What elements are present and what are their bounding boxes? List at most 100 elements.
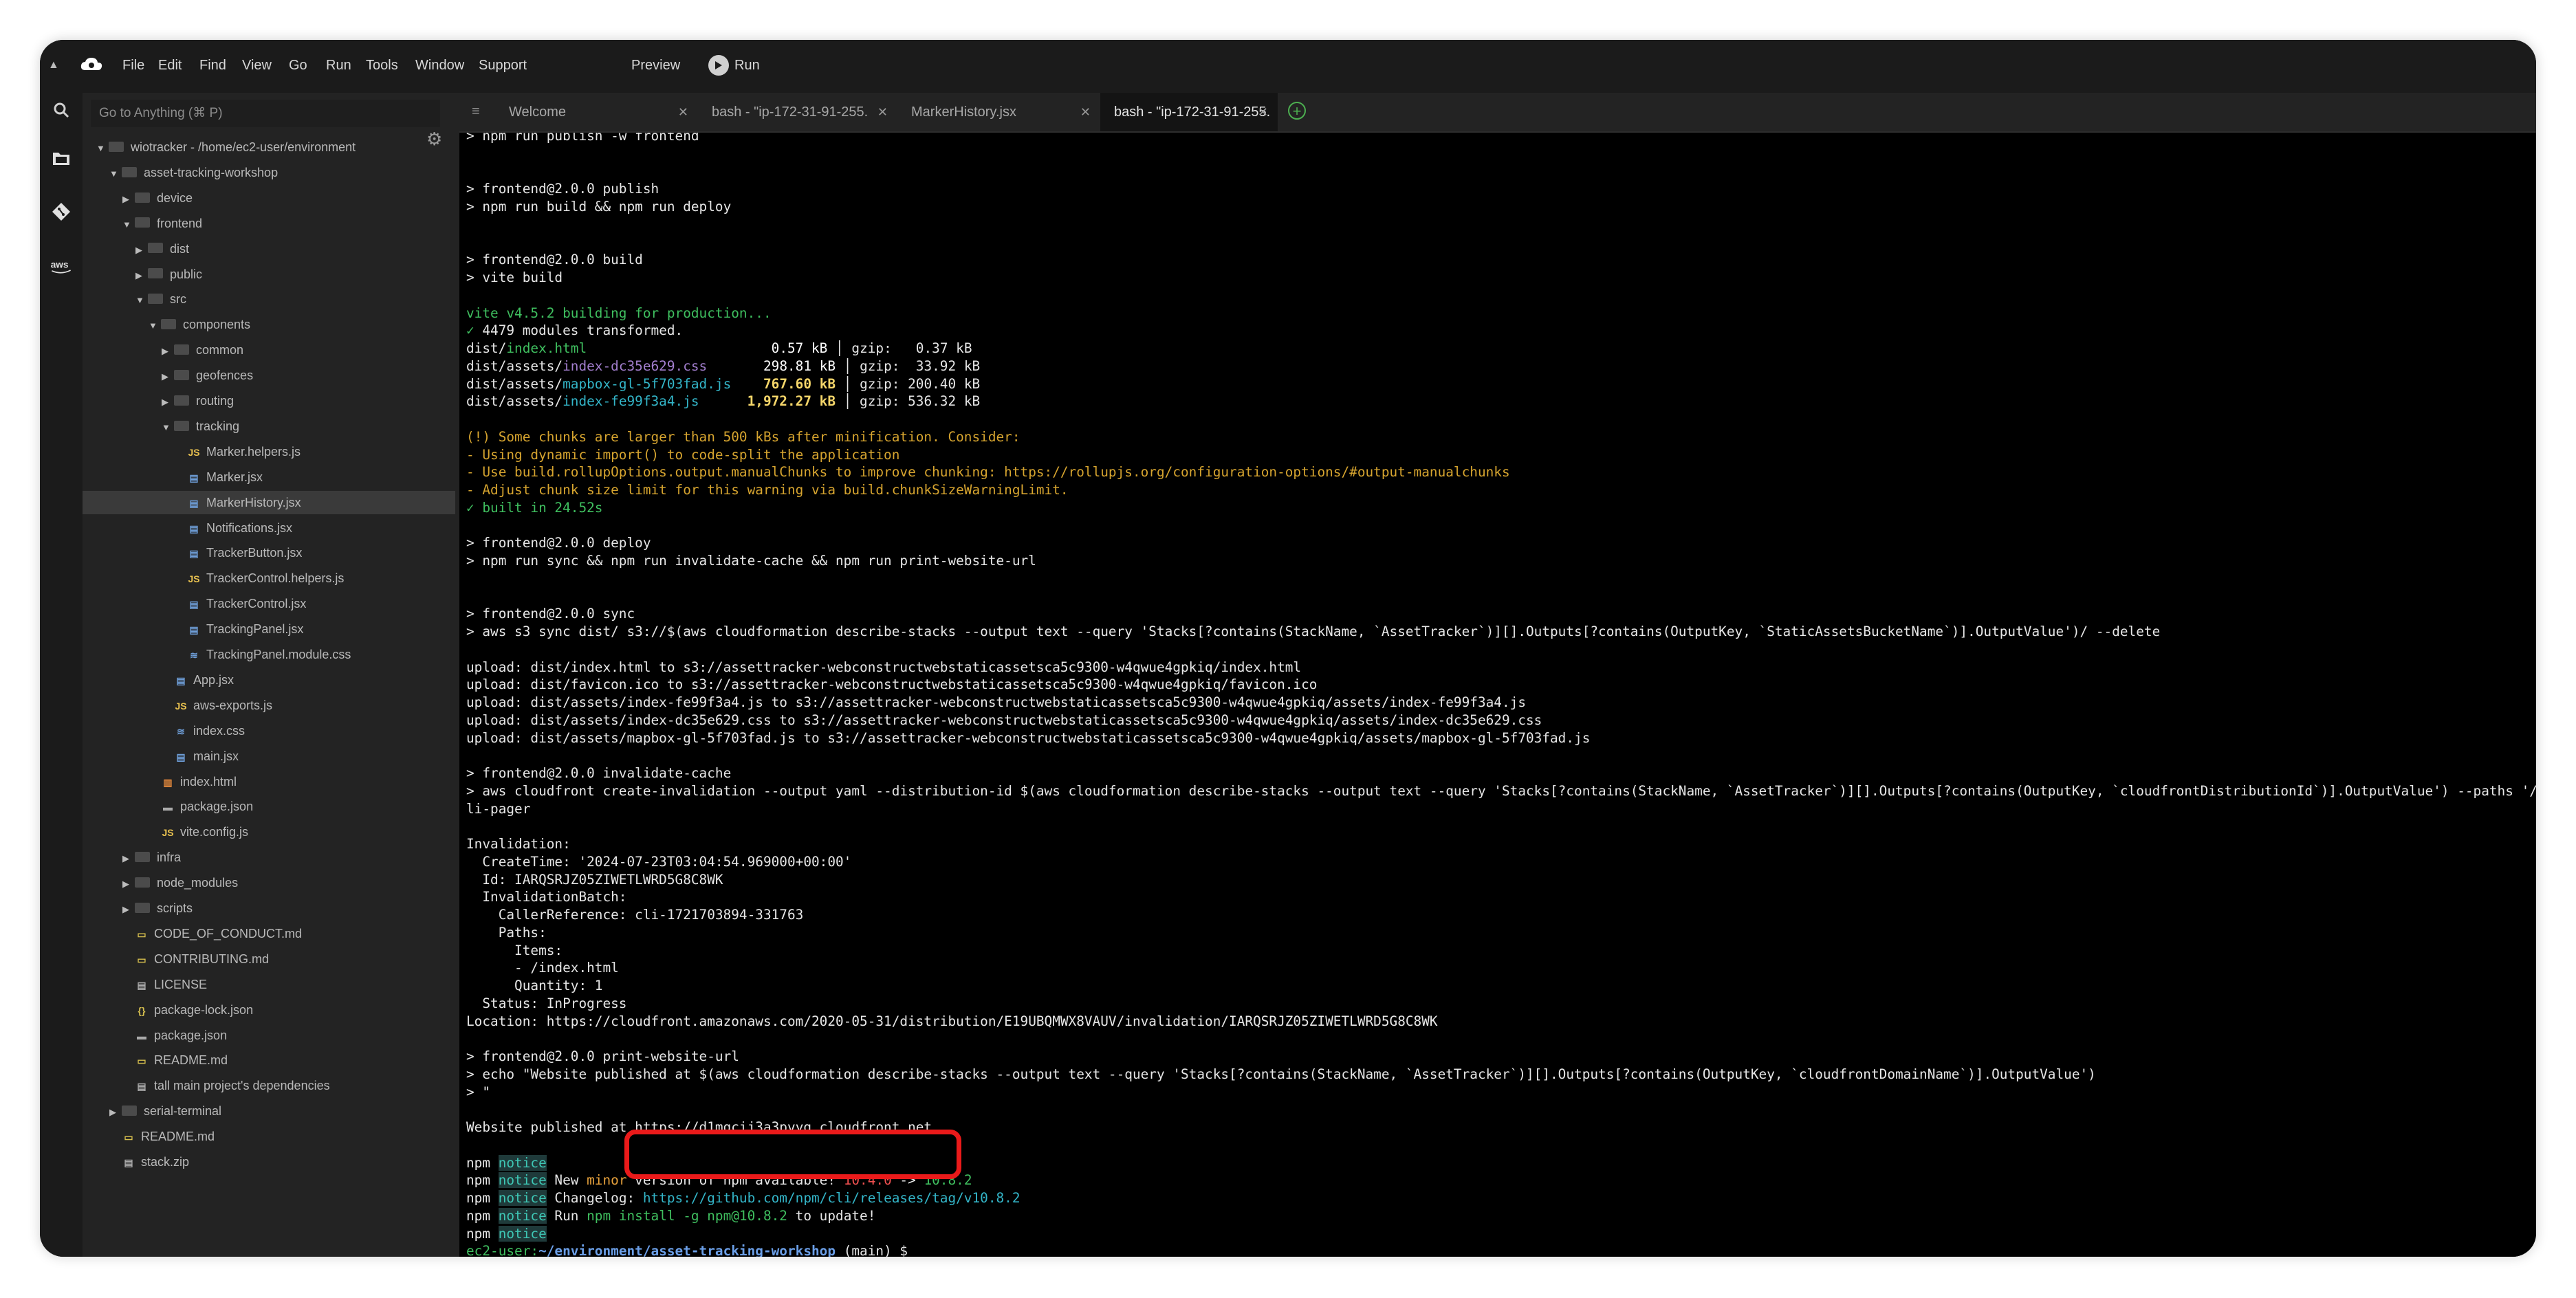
terminal-line: npm notice: [466, 1225, 547, 1243]
tree-file[interactable]: ▤ LICENSE: [83, 973, 455, 996]
tree-file[interactable]: ▤ MarkerHistory.jsx: [83, 490, 455, 514]
terminal-line: upload: dist/index.html to s3://assettra…: [466, 659, 1301, 676]
tab-bash-1[interactable]: bash - "ip-172-31-91-255. ✕: [698, 93, 897, 131]
tree-folder[interactable]: ▼ tracking: [83, 415, 455, 438]
environment-folder-icon[interactable]: [50, 146, 73, 170]
menu-tools[interactable]: Tools: [366, 58, 398, 74]
chevron-right-icon[interactable]: ▶: [122, 847, 135, 870]
tab-welcome[interactable]: Welcome ✕: [495, 93, 698, 131]
tree-file[interactable]: ▤ TrackingPanel.jsx: [83, 617, 455, 641]
menu-view[interactable]: View: [242, 58, 272, 74]
terminal-pane[interactable]: > npm run publish -w frontend > frontend@…: [459, 133, 2536, 1257]
tree-folder[interactable]: ▼ components: [83, 313, 455, 336]
chevron-down-icon[interactable]: ▼: [135, 289, 148, 312]
menu-run[interactable]: Run: [326, 58, 351, 74]
chevron-down-icon[interactable]: ▼: [162, 416, 174, 439]
tree-folder[interactable]: ▶ geofences: [83, 364, 455, 387]
tree-file[interactable]: ▤ TrackerControl.jsx: [83, 592, 455, 615]
new-tab-icon[interactable]: +: [1288, 102, 1306, 120]
chevron-right-icon[interactable]: ▶: [109, 1101, 122, 1124]
terminal-text: Items:: [466, 942, 563, 958]
terminal-line: > echo "Website published at $(aws cloud…: [466, 1066, 2096, 1084]
tree-folder[interactable]: ▶ common: [83, 338, 455, 362]
html-file-icon: ▥: [163, 776, 173, 788]
menu-window[interactable]: Window: [415, 58, 464, 74]
tree-folder[interactable]: ▼ wiotracker - /home/ec2-user/environment: [83, 135, 455, 159]
tree-item-label: main.jsx: [193, 749, 239, 763]
tree-folder[interactable]: ▶ public: [83, 263, 455, 286]
tree-folder[interactable]: ▶ scripts: [83, 896, 455, 920]
chevron-right-icon[interactable]: ▶: [135, 239, 148, 262]
tab-markerhistory[interactable]: MarkerHistory.jsx ✕: [897, 93, 1100, 131]
collapse-triangle-icon[interactable]: ▲: [48, 59, 59, 72]
chevron-right-icon[interactable]: ▶: [162, 365, 174, 388]
folder-icon: [174, 344, 189, 355]
close-icon[interactable]: ✕: [1080, 93, 1091, 131]
tree-file[interactable]: ≋ TrackingPanel.module.css: [83, 643, 455, 666]
tree-file[interactable]: ▭ README.md: [83, 1125, 455, 1148]
tree-item-label: vite.config.js: [180, 825, 249, 839]
tree-folder[interactable]: ▶ infra: [83, 846, 455, 869]
tree-file[interactable]: ▤ main.jsx: [83, 745, 455, 768]
chevron-right-icon[interactable]: ▶: [122, 188, 135, 211]
tree-file[interactable]: ▤ stack.zip: [83, 1150, 455, 1174]
tree-file[interactable]: ▬ package.json: [83, 1024, 455, 1047]
tree-folder[interactable]: ▼ asset-tracking-workshop: [83, 161, 455, 184]
menu-file[interactable]: File: [122, 58, 144, 74]
tree-file[interactable]: ▤ App.jsx: [83, 668, 455, 692]
tree-file[interactable]: ▭ CODE_OF_CONDUCT.md: [83, 922, 455, 945]
terminal-text: notice: [498, 1190, 547, 1206]
chevron-right-icon[interactable]: ▶: [122, 872, 135, 896]
tab-menu-icon[interactable]: ≡: [472, 104, 480, 120]
tree-folder[interactable]: ▼ frontend: [83, 212, 455, 235]
chevron-right-icon[interactable]: ▶: [135, 264, 148, 287]
tree-file[interactable]: ▤ tall main project's dependencies: [83, 1074, 455, 1097]
terminal-text: ✓ built in 24.52s: [466, 499, 603, 516]
chevron-right-icon[interactable]: ▶: [162, 340, 174, 363]
chevron-down-icon[interactable]: ▼: [149, 314, 161, 338]
menu-find[interactable]: Find: [199, 58, 226, 74]
tree-file[interactable]: ▤ Notifications.jsx: [83, 516, 455, 540]
tree-folder[interactable]: ▶ routing: [83, 389, 455, 412]
run-button[interactable]: Run: [708, 55, 760, 76]
source-control-icon[interactable]: [50, 200, 73, 223]
tree-folder[interactable]: ▶ dist: [83, 237, 455, 261]
tree-folder[interactable]: ▶ device: [83, 186, 455, 210]
chevron-right-icon[interactable]: ▶: [162, 390, 174, 414]
js-file-icon: JS: [188, 573, 200, 585]
terminal-text: - Use build.rollupOptions.output.manualC…: [466, 464, 1510, 481]
tree-file[interactable]: {} package-lock.json: [83, 998, 455, 1022]
menu-go[interactable]: Go: [289, 58, 307, 74]
tree-file[interactable]: ▬ package.json: [83, 795, 455, 818]
tree-file[interactable]: ▤ TrackerButton.jsx: [83, 541, 455, 564]
tree-file[interactable]: ▭ README.md: [83, 1048, 455, 1072]
tree-file[interactable]: JS TrackerControl.helpers.js: [83, 566, 455, 590]
search-icon[interactable]: [50, 98, 73, 122]
tree-file[interactable]: ▤ Marker.jsx: [83, 465, 455, 489]
menu-edit[interactable]: Edit: [158, 58, 182, 74]
go-to-anything-input[interactable]: Go to Anything (⌘ P): [91, 100, 440, 127]
tree-file[interactable]: ≋ index.css: [83, 719, 455, 742]
close-icon[interactable]: ✕: [1258, 93, 1268, 131]
close-icon[interactable]: ✕: [877, 93, 888, 131]
tab-bash-2[interactable]: bash - "ip-172-31-91-255. ✕: [1100, 93, 1278, 131]
tree-folder[interactable]: ▶ serial-terminal: [83, 1099, 455, 1123]
tree-folder[interactable]: ▼ src: [83, 287, 455, 311]
tree-file[interactable]: JS aws-exports.js: [83, 694, 455, 717]
tree-folder[interactable]: ▶ node_modules: [83, 871, 455, 894]
tree-file[interactable]: ▥ index.html: [83, 770, 455, 793]
tab-label: MarkerHistory.jsx: [911, 104, 1016, 120]
close-icon[interactable]: ✕: [678, 93, 688, 131]
tree-file[interactable]: ▭ CONTRIBUTING.md: [83, 947, 455, 971]
chevron-down-icon[interactable]: ▼: [122, 213, 135, 236]
cloud9-logo-icon[interactable]: [80, 56, 103, 72]
chevron-right-icon[interactable]: ▶: [122, 898, 135, 921]
chevron-down-icon[interactable]: ▼: [109, 162, 122, 186]
chevron-down-icon[interactable]: ▼: [96, 137, 109, 160]
menu-support[interactable]: Support: [479, 58, 527, 74]
tree-file[interactable]: JS vite.config.js: [83, 820, 455, 844]
preview-button[interactable]: Preview: [631, 58, 680, 74]
tree-file[interactable]: JS Marker.helpers.js: [83, 440, 455, 463]
terminal-line: InvalidationBatch:: [466, 888, 626, 906]
aws-toolkit-icon[interactable]: aws: [50, 255, 73, 278]
